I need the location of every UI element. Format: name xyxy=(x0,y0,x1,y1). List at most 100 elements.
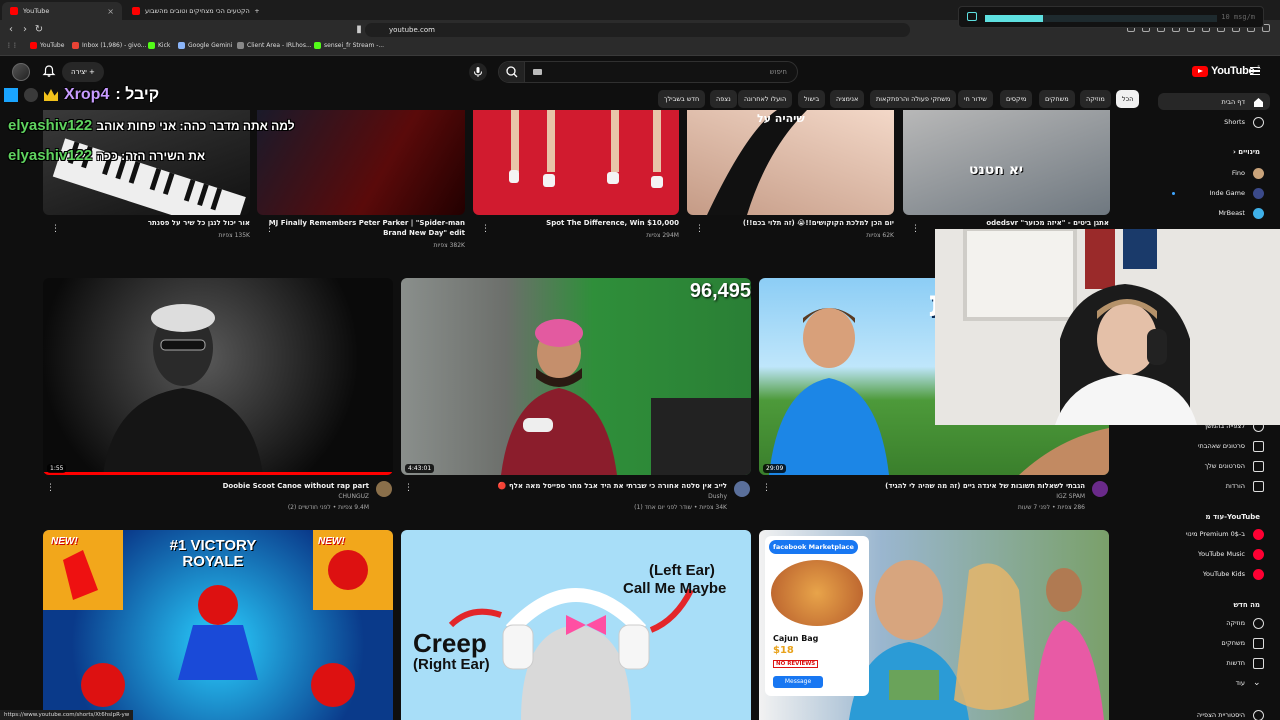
channel-avatar xyxy=(1253,187,1264,199)
sidebar-item-downloads[interactable]: הורדות xyxy=(1226,479,1264,493)
bookmark-label: Kick xyxy=(158,42,171,49)
video-title[interactable]: MJ Finally Remembers Peter Parker | "Spi… xyxy=(269,219,465,228)
video-thumbnail[interactable] xyxy=(473,110,679,215)
channel-name[interactable]: CHUNGUZ xyxy=(338,493,369,501)
more-options-icon[interactable]: ⋮ xyxy=(46,483,55,493)
chip-mixes[interactable]: מיקסים xyxy=(1000,90,1033,108)
bookmark-youtube[interactable]: YouTube xyxy=(30,42,64,49)
voice-search-button[interactable] xyxy=(469,63,487,81)
video-title[interactable]: לייב אין סלטה אחורה כי שברתי את היד אבל … xyxy=(498,482,727,491)
platform-icon xyxy=(4,88,18,102)
channel-name[interactable]: IGZ SPAM xyxy=(1056,493,1085,501)
channel-avatar[interactable] xyxy=(734,481,750,497)
chip-gaming[interactable]: משחקים xyxy=(1039,90,1075,108)
chip-music[interactable]: מוזיקה xyxy=(1080,90,1111,108)
bookmark-kick[interactable]: Kick xyxy=(148,42,170,49)
sidebar-sub-fino[interactable]: Fino xyxy=(1232,166,1264,180)
video-thumbnail[interactable]: שיהיה על xyxy=(687,110,894,215)
chip-cooking[interactable]: בישול xyxy=(798,90,826,108)
more-options-icon[interactable]: ⋮ xyxy=(762,483,771,493)
sidebar-item-explore-news[interactable]: חדשות xyxy=(1227,656,1264,670)
create-button[interactable]: יצירה + xyxy=(62,62,104,82)
video-title-line2[interactable]: Brand New Day" edit xyxy=(383,229,465,238)
thumbnail-text-right-sub: Call Me Maybe xyxy=(623,580,727,597)
apps-icon[interactable]: ⋮⋮ xyxy=(6,42,18,49)
sidebar-item-your-videos[interactable]: הסרטונים שלך xyxy=(1205,459,1264,473)
chip-live[interactable]: שידור חי xyxy=(958,90,993,108)
bookmark-gemini[interactable]: Google Gemini xyxy=(178,42,232,49)
sidebar-sub-inde-game[interactable]: Inde Game xyxy=(1209,186,1264,200)
search-button[interactable] xyxy=(499,62,525,82)
item-price: $18 xyxy=(773,645,794,656)
video-meta: 135K צפיות xyxy=(218,232,250,239)
video-thumbnail[interactable]: facebook Marketplace Cajun Bag $18 NO RE… xyxy=(759,530,1109,720)
chip-all[interactable]: הכל xyxy=(1116,90,1140,108)
globe-icon xyxy=(237,42,244,49)
bookmark-inbox[interactable]: Inbox (1,986) - givo... xyxy=(72,42,146,49)
video-title[interactable]: Spot The Difference, Win $10,000 xyxy=(546,219,679,228)
sidebar-item-home[interactable]: דף הבית xyxy=(1221,95,1264,109)
more-options-icon[interactable]: ⋮ xyxy=(404,483,413,493)
close-tab-icon[interactable]: × xyxy=(107,7,114,16)
sidebar-item-label: מוזיקה xyxy=(1226,619,1245,627)
video-title[interactable]: יום הכן למלכת הקוקושים!!😭 (זה תלוי בכם!!… xyxy=(743,219,894,228)
sidebar-item-more[interactable]: עוד ⌄ xyxy=(1236,676,1264,690)
sidebar-item-premium[interactable]: מינוי Premium ב-0$ xyxy=(1186,527,1264,541)
video-title[interactable]: אור יכול לנגן כל שיר על פסנתר xyxy=(148,219,250,228)
forward-icon[interactable]: › xyxy=(18,23,32,37)
chip-new-to-you[interactable]: חדש בשבילך xyxy=(658,90,706,108)
notifications-bell-icon[interactable] xyxy=(42,64,56,78)
sidebar-sub-mrbeast[interactable]: MrBeast xyxy=(1218,206,1264,220)
back-icon[interactable]: ‹ xyxy=(4,23,18,37)
channel-avatar[interactable] xyxy=(1092,481,1108,497)
thumbnail-title: #1 VICTORY ROYALE xyxy=(169,537,257,570)
more-options-icon[interactable]: ⋮ xyxy=(911,224,920,234)
new-tab-button[interactable]: + xyxy=(250,2,264,20)
url-field[interactable]: youtube.com xyxy=(365,23,910,37)
video-thumbnail[interactable]: 96,495 4:43:01 xyxy=(401,278,751,475)
tab-youtube[interactable]: YouTube × xyxy=(2,2,122,20)
channel-avatar[interactable] xyxy=(376,481,392,497)
more-options-icon[interactable]: ⋮ xyxy=(265,224,274,234)
subscriptions-header[interactable]: › מינויים xyxy=(1233,148,1260,156)
sidebar-item-label: הורדות xyxy=(1225,482,1245,490)
video-thumbnail[interactable]: #1 VICTORY ROYALE NEW! NEW! xyxy=(43,530,393,720)
sidebar-item-liked[interactable]: סרטונים שאהבתי xyxy=(1198,439,1264,453)
more-options-icon[interactable]: ⋮ xyxy=(51,224,60,234)
chip-action-adventure[interactable]: משחקי פעולה והרפתקאות xyxy=(870,90,957,108)
video-thumbnail[interactable]: יא חטנט xyxy=(903,110,1110,215)
bookmark-client-area[interactable]: Client Area - IRLhos... xyxy=(237,42,312,49)
create-label: יצירה xyxy=(71,68,87,76)
video-title[interactable]: Doobie Scoot Canoe without rap part xyxy=(223,482,369,491)
chip-recently-uploaded[interactable]: הועלו לאחרונה xyxy=(738,90,793,108)
sidebar-item-label: סרטונים שאהבתי xyxy=(1198,442,1245,450)
gmail-icon xyxy=(72,42,79,49)
sidebar-item-music[interactable]: YouTube Music xyxy=(1198,547,1264,561)
menu-icon[interactable] xyxy=(1250,67,1260,75)
kick-icon xyxy=(148,42,155,49)
account-avatar[interactable] xyxy=(12,63,30,81)
video-thumbnail[interactable]: Creep (Right Ear) (Left Ear) Call Me May… xyxy=(401,530,751,720)
tip-username: Xrop4 xyxy=(64,86,110,103)
sidebar-item-shorts[interactable]: Shorts xyxy=(1224,115,1264,129)
more-options-icon[interactable]: ⋮ xyxy=(695,224,704,234)
sidebar-item-explore-music[interactable]: מוזיקה xyxy=(1226,616,1264,630)
tab-second[interactable]: הקטעים הכי מצחיקים וטובים מהשבוע xyxy=(124,2,250,20)
gemini-icon xyxy=(178,42,185,49)
chip-watched[interactable]: נצפה xyxy=(710,90,737,108)
video-thumbnail[interactable]: 1:55 xyxy=(43,278,393,475)
search-input[interactable]: חיפוש xyxy=(529,62,787,82)
chip-animation[interactable]: אנימציה xyxy=(830,90,865,108)
more-options-icon[interactable]: ⋮ xyxy=(481,224,490,234)
chat-icon xyxy=(967,12,977,21)
sidebar-item-explore-gaming[interactable]: משחקים xyxy=(1221,636,1264,650)
sidebar-item-history[interactable]: היסטוריית הצפייה xyxy=(1197,708,1264,720)
legs-image xyxy=(509,110,663,188)
channel-name[interactable]: Dushy xyxy=(708,493,727,501)
video-title[interactable]: אתגן ביטים - "איזה מכוער" odedsvr xyxy=(986,219,1109,228)
video-title[interactable]: הגבתי לשאלות תשובות של אינדה גיים (זה מה… xyxy=(885,482,1085,491)
reload-icon[interactable]: ↻ xyxy=(32,23,46,37)
bookmark-icon[interactable]: ▮ xyxy=(352,23,366,37)
sidebar-item-kids[interactable]: YouTube Kids xyxy=(1203,567,1264,581)
bookmark-sensei[interactable]: sensei_fr Stream -... xyxy=(314,42,384,49)
